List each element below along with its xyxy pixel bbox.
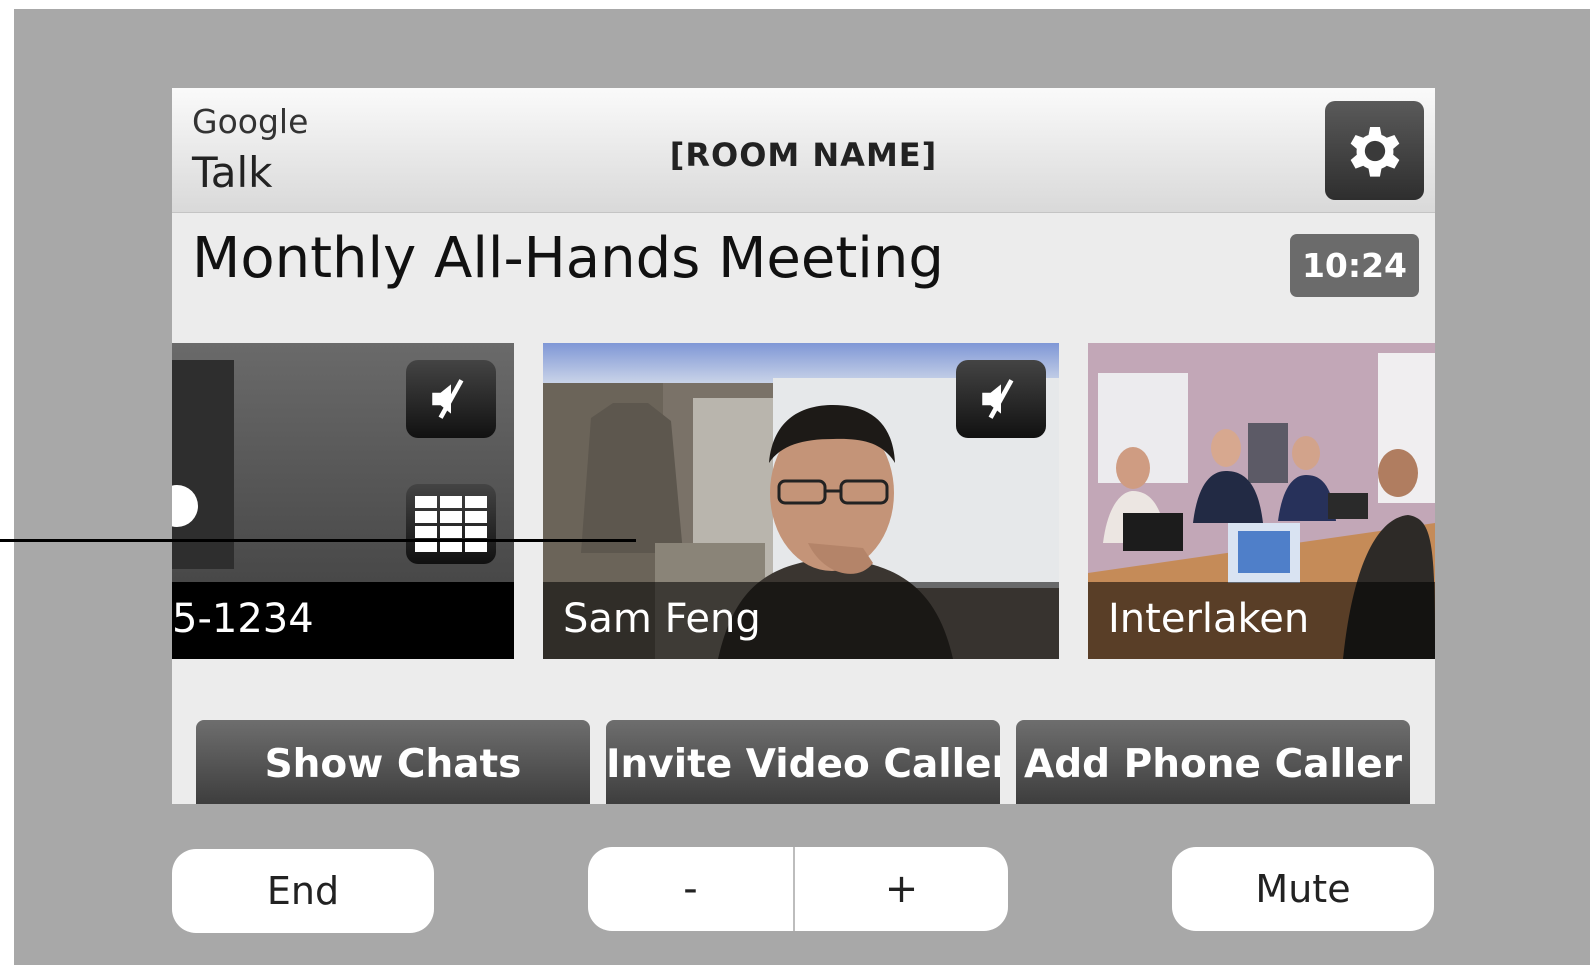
annotation-pointer-line: [0, 539, 636, 542]
end-call-button[interactable]: End: [172, 849, 434, 933]
participant-name: Interlaken: [1108, 596, 1310, 642]
call-timer: 10:24: [1290, 234, 1419, 297]
volume-down-button[interactable]: -: [588, 847, 793, 931]
volume-up-button[interactable]: +: [795, 847, 1008, 931]
participant-label-bar: Interlaken: [1088, 582, 1435, 659]
volume-control: - +: [588, 847, 1008, 931]
participant-label-bar: 5-1234: [172, 582, 514, 659]
meeting-title: Monthly All-Hands Meeting: [192, 226, 944, 291]
participant-name: 5-1234: [172, 596, 314, 642]
phone-handset-graphic: [172, 360, 234, 569]
show-chats-button[interactable]: Show Chats: [196, 720, 590, 804]
participant-tile-interlaken[interactable]: Interlaken: [1088, 343, 1435, 659]
participant-tile-sam-feng[interactable]: Sam Feng: [543, 343, 1059, 659]
mute-button[interactable]: Mute: [1172, 847, 1434, 931]
speaker-muted-icon[interactable]: [406, 360, 496, 438]
participant-name: Sam Feng: [563, 596, 761, 642]
add-phone-caller-button[interactable]: Add Phone Caller: [1016, 720, 1410, 804]
invite-video-caller-button[interactable]: Invite Video Caller: [606, 720, 1000, 804]
top-bar: Google Talk [ROOM NAME]: [172, 88, 1435, 213]
meeting-screen: Google Talk [ROOM NAME] Monthly All-Hand…: [172, 88, 1435, 804]
participant-label-bar: Sam Feng: [543, 582, 1059, 659]
room-name: [ROOM NAME]: [669, 136, 938, 174]
participant-tile-phone[interactable]: 5-1234: [172, 343, 514, 659]
speaker-muted-icon[interactable]: [956, 360, 1046, 438]
keypad-icon[interactable]: [406, 484, 496, 564]
gear-icon: [1350, 126, 1399, 177]
settings-button[interactable]: [1325, 101, 1424, 200]
